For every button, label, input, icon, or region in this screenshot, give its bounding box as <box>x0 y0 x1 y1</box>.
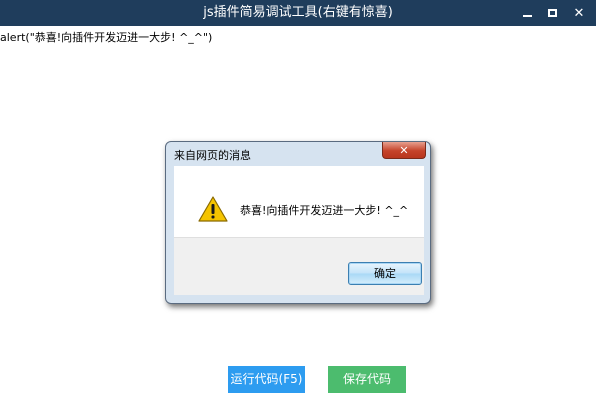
dialog-body: 恭喜!向插件开发迈进一大步! ^_^ <box>174 166 424 237</box>
run-code-button[interactable]: 运行代码(F5) <box>228 366 305 393</box>
dialog-message: 恭喜!向插件开发迈进一大步! ^_^ <box>240 204 409 217</box>
title-bar: js插件简易调试工具(右键有惊喜) ✕ <box>0 0 596 26</box>
save-code-button[interactable]: 保存代码 <box>328 366 406 393</box>
window-title: js插件简易调试工具(右键有惊喜) <box>203 5 393 20</box>
ok-button[interactable]: 确定 <box>348 262 422 285</box>
maximize-icon <box>547 9 557 17</box>
close-icon: ✕ <box>399 143 409 157</box>
close-icon: ✕ <box>573 5 585 21</box>
dialog-footer: 确定 <box>174 237 424 295</box>
minimize-button[interactable] <box>514 0 540 26</box>
minimize-icon <box>522 15 532 17</box>
warning-icon <box>198 196 228 222</box>
dialog-close-button[interactable]: ✕ <box>382 142 426 159</box>
dialog-title: 来自网页的消息 <box>174 149 251 162</box>
maximize-button[interactable] <box>539 0 565 26</box>
code-line[interactable]: alert("恭喜!向插件开发迈进一大步! ^_^") <box>0 29 212 45</box>
close-button[interactable]: ✕ <box>566 0 592 26</box>
alert-dialog: 来自网页的消息 ✕ 恭喜!向插件开发迈进一大步! ^_^ 确定 <box>165 141 431 304</box>
